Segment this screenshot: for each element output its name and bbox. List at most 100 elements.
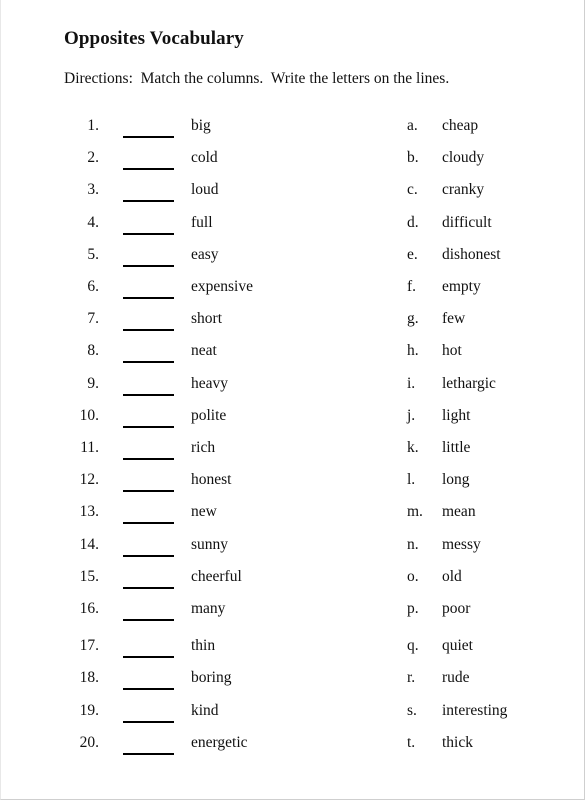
item-number: 7.	[87, 310, 99, 328]
vocabulary-word: thin	[191, 637, 216, 655]
vocabulary-word: honest	[191, 471, 232, 489]
answer-blank-line[interactable]	[123, 656, 174, 659]
choice-letter: f.	[407, 278, 417, 295]
choice-word: quiet	[442, 637, 473, 655]
vocabulary-word: full	[191, 213, 213, 231]
choice-letter: i.	[407, 374, 416, 392]
vocabulary-word: short	[191, 310, 222, 328]
vocabulary-word: loud	[191, 181, 219, 199]
choice-word: rude	[442, 669, 470, 687]
choice-word: thick	[442, 733, 473, 751]
answer-blank-line[interactable]	[123, 297, 174, 299]
vocabulary-word: cold	[191, 149, 218, 167]
answer-blank-line[interactable]	[123, 720, 174, 723]
choice-word: interesting	[442, 701, 508, 719]
choice-word: cheap	[442, 117, 479, 134]
item-number: 4.	[87, 213, 99, 231]
vocabulary-word: big	[191, 117, 211, 134]
choice-word: cranky	[442, 181, 485, 199]
choice-word: long	[442, 471, 470, 489]
item-number: 9.	[87, 374, 99, 392]
choice-letter: q.	[407, 637, 419, 655]
answer-blank-line[interactable]	[123, 425, 174, 428]
item-number: 14.	[79, 535, 99, 553]
choice-letter: k.	[407, 439, 419, 456]
choice-letter: n.	[407, 535, 419, 553]
answer-blank-line[interactable]	[123, 264, 174, 267]
choice-word: cloudy	[442, 149, 485, 167]
item-number: 3.	[87, 181, 99, 199]
answer-blank-line[interactable]	[123, 458, 174, 460]
answer-blank-line[interactable]	[123, 688, 174, 691]
answer-blank-line[interactable]	[123, 490, 174, 493]
item-number: 2.	[87, 149, 99, 167]
item-number: 6.	[87, 278, 99, 295]
worksheet-page: Opposites Vocabulary Directions: Match t…	[0, 0, 585, 800]
vocabulary-word: heavy	[191, 374, 229, 392]
choice-letter: e.	[407, 245, 418, 263]
vocabulary-word: new	[191, 503, 217, 521]
choice-letter: l.	[407, 471, 416, 489]
vocabulary-word: cheerful	[191, 567, 242, 585]
choice-letter: j.	[407, 406, 416, 424]
item-number: 20.	[79, 733, 99, 751]
item-number: 1.	[87, 117, 99, 134]
answer-blank-line[interactable]	[123, 554, 174, 557]
vocabulary-word: energetic	[191, 733, 248, 751]
choice-word: hot	[442, 342, 462, 360]
answer-blank-line[interactable]	[123, 393, 174, 396]
item-number: 15.	[79, 567, 99, 585]
answer-blank-line[interactable]	[123, 361, 174, 364]
choice-word: mean	[442, 503, 476, 521]
item-number: 16.	[79, 600, 99, 617]
vocabulary-word: many	[191, 600, 226, 617]
choice-word: poor	[442, 600, 471, 617]
vocabulary-word: neat	[191, 342, 217, 360]
answer-blank-line[interactable]	[123, 168, 174, 171]
choice-letter: c.	[407, 181, 418, 199]
item-number: 11.	[80, 439, 99, 456]
directions-text: Directions: Match the columns. Write the…	[64, 70, 450, 87]
item-number: 13.	[79, 503, 99, 521]
answer-blank-line[interactable]	[123, 136, 174, 138]
item-number: 19.	[79, 701, 99, 719]
vocabulary-word: kind	[191, 701, 219, 719]
vocabulary-word: easy	[191, 245, 219, 263]
choice-word: messy	[442, 535, 481, 553]
vocabulary-word: boring	[191, 669, 232, 687]
answer-blank-line[interactable]	[123, 619, 174, 621]
choice-letter: d.	[407, 213, 419, 231]
choice-letter: p.	[407, 600, 419, 617]
answer-blank-line[interactable]	[123, 329, 174, 332]
item-number: 5.	[87, 245, 99, 263]
vocabulary-word: rich	[191, 439, 216, 456]
choice-word: old	[442, 567, 462, 585]
answer-blank-line[interactable]	[123, 522, 174, 525]
answer-blank-line[interactable]	[123, 752, 174, 755]
choice-word: dishonest	[442, 245, 501, 263]
item-number: 18.	[79, 669, 99, 687]
page-title: Opposites Vocabulary	[64, 28, 244, 49]
answer-blank-line[interactable]	[123, 586, 174, 589]
choice-letter: b.	[407, 149, 419, 167]
choice-letter: o.	[407, 567, 419, 585]
choice-letter: h.	[407, 342, 419, 360]
choice-letter: s.	[407, 701, 417, 719]
choice-word: empty	[442, 278, 481, 295]
choice-word: light	[442, 406, 471, 424]
vocabulary-word: expensive	[191, 278, 253, 295]
choice-word: difficult	[442, 213, 492, 231]
item-number: 10.	[79, 406, 99, 424]
choice-letter: t.	[407, 733, 416, 751]
choice-letter: a.	[407, 117, 418, 134]
choice-word: little	[442, 439, 471, 456]
answer-blank-line[interactable]	[123, 232, 174, 235]
item-number: 8.	[87, 342, 99, 360]
item-number: 17.	[79, 637, 99, 655]
vocabulary-word: sunny	[191, 535, 229, 553]
answer-blank-line[interactable]	[123, 200, 174, 203]
choice-word: few	[442, 310, 466, 328]
choice-letter: r.	[407, 669, 416, 687]
choice-letter: m.	[407, 503, 423, 521]
choice-letter: g.	[407, 310, 419, 328]
